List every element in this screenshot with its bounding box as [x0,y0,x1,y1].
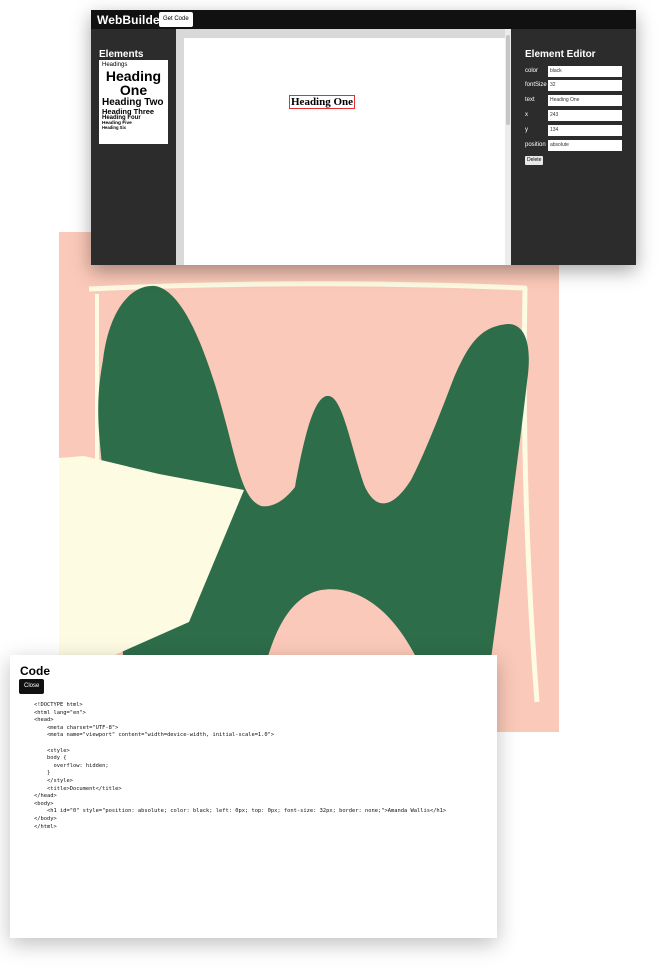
code-modal-title: Code [20,664,50,678]
canvas-scrollbar[interactable] [505,29,511,265]
editor-row-fontsize: fontSize 32 [525,80,635,91]
editor-row-y: y 134 [525,125,635,136]
editor-row-color: color black [525,66,635,77]
editor-row-x: x 243 [525,110,635,121]
element-editor-title: Element Editor [525,49,596,60]
elements-panel-title: Elements [99,49,144,60]
x-label: x [525,112,528,118]
text-input[interactable]: Heading One [548,95,622,106]
delete-button[interactable]: Delete [525,156,544,165]
y-label: y [525,127,528,133]
canvas-selected-heading[interactable]: Heading One [289,95,356,109]
elements-panel: Elements Headings Heading One Heading Tw… [91,29,174,265]
get-code-button[interactable]: Get Code [159,12,193,27]
color-input[interactable]: black [548,66,622,77]
code-modal: Code Close <!DOCTYPE html> <html lang="e… [10,655,497,938]
fontsize-input[interactable]: 32 [548,80,622,91]
webbuilder-window: WebBuilder Get Code Elements Headings He… [91,10,636,265]
element-editor-panel: Element Editor color black fontSize 32 t… [517,29,636,265]
editor-row-position: position absolute [525,140,635,151]
position-input[interactable]: absolute [548,140,622,151]
element-heading-three[interactable]: Heading Three [102,108,165,116]
element-heading-one[interactable]: Heading One [102,69,165,98]
element-heading-six[interactable]: Heading Six [102,126,165,131]
color-label: color [525,68,539,74]
generated-code: <!DOCTYPE html> <html lang="en"> <head> … [34,702,447,830]
editor-row-text: text Heading One [525,95,635,106]
top-bar: WebBuilder Get Code [91,10,636,29]
x-input[interactable]: 243 [548,110,622,121]
fontsize-label: fontSize [525,82,547,88]
canvas-area: Heading One [176,29,511,265]
close-button[interactable]: Close [19,679,45,694]
position-label: position [525,142,546,148]
y-input[interactable]: 134 [548,125,622,136]
design-canvas[interactable]: Heading One [184,38,509,265]
elements-list: Headings Heading One Heading Two Heading… [99,60,168,144]
text-label: text [525,97,535,103]
app-logo: WebBuilder [97,13,165,27]
